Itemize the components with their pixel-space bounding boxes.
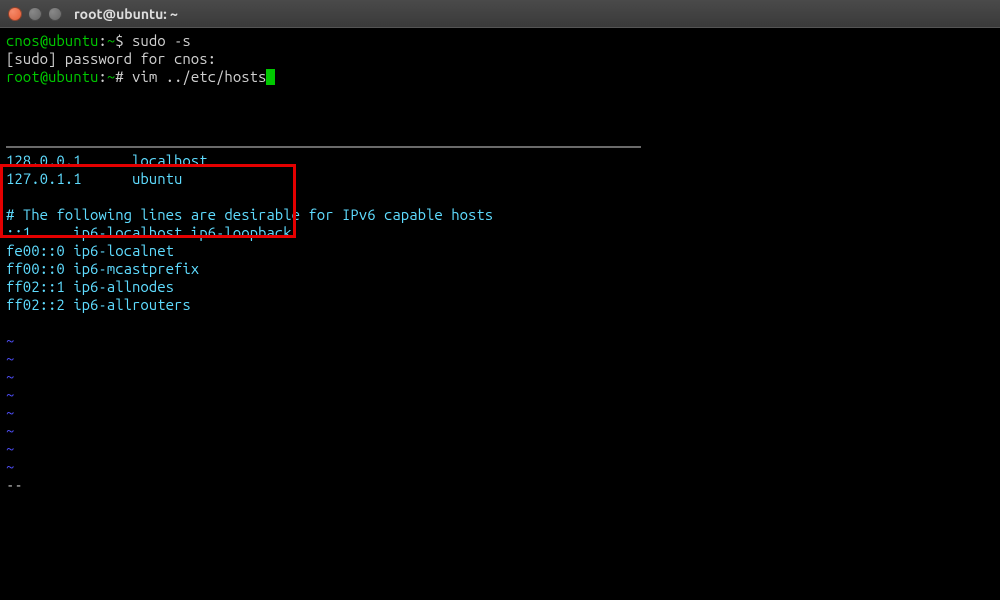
window-controls — [8, 7, 62, 21]
prompt-user: cnos@ubuntu — [6, 32, 98, 49]
maximize-icon[interactable] — [48, 7, 62, 21]
prompt-path: ~ — [107, 68, 115, 85]
hosts-comment: # The following lines are desirable for … — [6, 206, 994, 224]
vim-tilde: ~ — [6, 422, 994, 440]
hosts-ipv6-line: ff00::0 ip6-mcastprefix — [6, 260, 994, 278]
vim-tilde: ~ — [6, 386, 994, 404]
vim-tilde: ~ — [6, 332, 994, 350]
prompt-user: root@ubuntu — [6, 68, 98, 85]
hosts-entry: 128.0.0.1 localhost — [6, 152, 994, 170]
hosts-ipv6-line: fe00::0 ip6-localnet — [6, 242, 994, 260]
cursor-icon — [266, 69, 275, 85]
window-title: root@ubuntu: ~ — [74, 6, 178, 22]
vim-tilde: ~ — [6, 404, 994, 422]
vim-tilde: ~ — [6, 440, 994, 458]
terminal-line: root@ubuntu:~# vim ../etc/hosts — [6, 68, 994, 86]
hosts-ipv6-line: ::1 ip6-localhost ip6-loopback — [6, 224, 994, 242]
prompt-symbol: $ — [115, 32, 132, 49]
prompt-colon: : — [98, 32, 106, 49]
vim-empty-line — [6, 188, 994, 206]
separator — [6, 146, 641, 148]
vim-tilde: ~ — [6, 458, 994, 476]
close-icon[interactable] — [8, 7, 22, 21]
vim-status: -- — [6, 476, 994, 494]
prompt-colon: : — [98, 68, 106, 85]
titlebar: root@ubuntu: ~ — [0, 0, 1000, 28]
hosts-ipv6-line: ff02::2 ip6-allrouters — [6, 296, 994, 314]
hosts-ipv6-line: ff02::1 ip6-allnodes — [6, 278, 994, 296]
terminal-line: [sudo] password for cnos: — [6, 50, 994, 68]
command-text: sudo -s — [132, 32, 191, 49]
minimize-icon[interactable] — [28, 7, 42, 21]
vim-empty-line — [6, 314, 994, 332]
prompt-path: ~ — [107, 32, 115, 49]
terminal[interactable]: cnos@ubuntu:~$ sudo -s [sudo] password f… — [0, 28, 1000, 600]
vim-tilde: ~ — [6, 350, 994, 368]
command-text: vim ../etc/hosts — [132, 68, 266, 85]
vim-tilde: ~ — [6, 368, 994, 386]
prompt-symbol: # — [115, 68, 132, 85]
terminal-line: cnos@ubuntu:~$ sudo -s — [6, 32, 994, 50]
hosts-entry: 127.0.1.1 ubuntu — [6, 170, 994, 188]
